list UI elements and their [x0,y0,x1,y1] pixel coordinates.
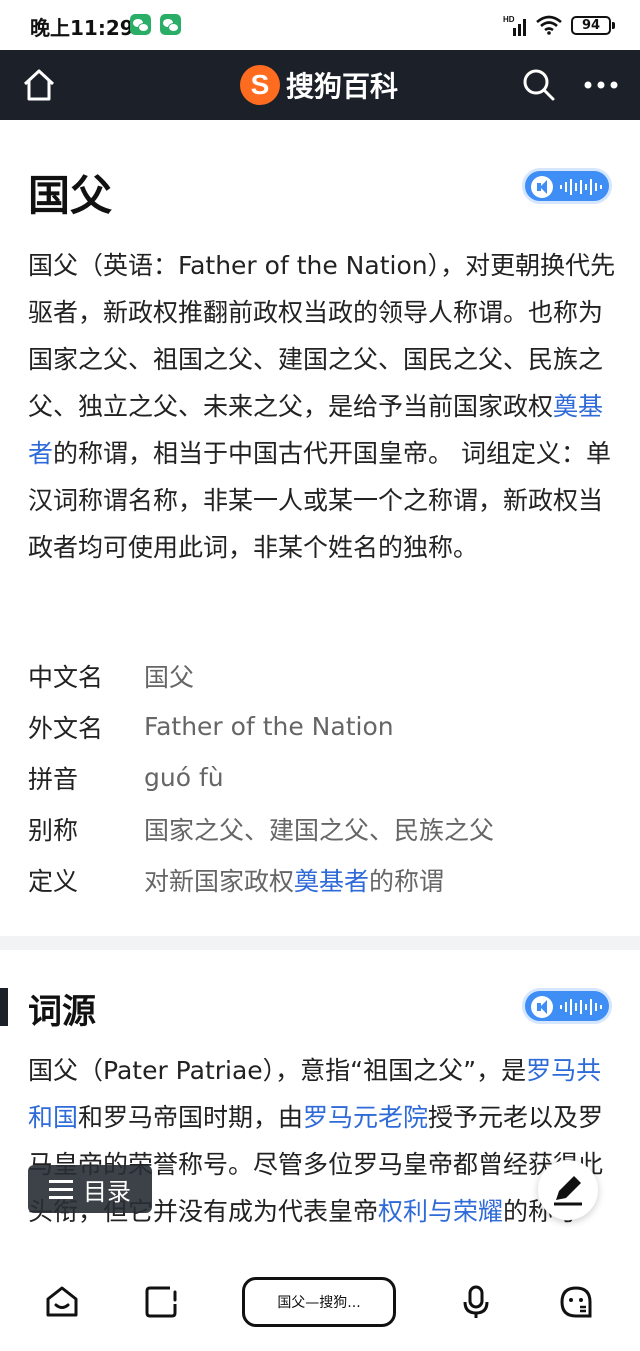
link-roman-senate[interactable]: 罗马元老院 [303,1103,428,1132]
page-title: 国父 [28,171,113,220]
edit-button[interactable] [538,1160,598,1220]
info-label: 中文名 [28,662,104,692]
signal-icon: HD [503,15,526,36]
speaker-icon [531,176,553,198]
section-marker [0,988,8,1026]
section-title: 词源 [28,992,96,1032]
info-value: 国父 [144,662,195,692]
info-row: 别称 国家之父、建国之父、民族之父 [28,803,618,854]
link-founder[interactable]: 奠基者 [294,867,369,896]
section-divider [0,936,640,950]
wechat-notification-icon [160,14,181,35]
toc-label: 目录 [83,1177,131,1206]
info-value-text: 对新国家政权 [144,866,295,896]
home-icon[interactable] [44,1284,80,1320]
etymology-paragraph: 国父（Pater Patriae），意指“祖国之父”，是罗马共和国和罗马帝国时期… [28,1047,616,1252]
link-power-glory[interactable]: 权利与荣耀 [378,1197,503,1226]
sogou-baike-logo[interactable]: S 搜狗百科 [240,64,398,106]
etymology-text: 和罗马帝国时期，由 [78,1103,304,1132]
info-value-text: 的称谓 [369,866,445,896]
info-label: 别称 [28,815,79,845]
browser-bottom-bar: 国父—搜狗... [0,1254,640,1351]
pencil-icon [554,1176,582,1206]
microphone-icon[interactable] [458,1284,494,1320]
wechat-notification-icon [130,14,151,35]
intro-text: 的称谓，相当于中国古代开国皇帝。 词组定义：单汉词称谓名称，非某一人或某一个之称… [28,439,611,562]
speaker-icon [531,996,553,1018]
audio-play-button[interactable] [522,988,612,1024]
info-row: 中文名 国父 [28,650,618,701]
more-icon[interactable] [582,70,620,100]
logo-text: 搜狗百科 [286,70,399,103]
status-time: 晚上11:29 [30,16,134,40]
soundwave-icon [560,999,602,1015]
toc-button[interactable]: 目录 [28,1165,152,1213]
info-row: 拼音 guó fù [28,752,618,803]
assistant-icon[interactable] [558,1284,594,1320]
search-icon[interactable] [520,66,558,104]
network-type: HD [503,15,515,24]
battery-indicator: 94 [571,16,615,35]
audio-play-button[interactable] [522,168,612,204]
sogou-logo-mark: S [240,65,280,105]
info-value: 对新国家政权奠基者的称谓 [144,862,444,898]
info-row: 外文名 Father of the Nation [28,701,618,752]
info-table: 中文名 国父 外文名 Father of the Nation 拼音 guó f… [28,650,618,905]
info-value: 国家之父、建国之父、民族之父 [144,815,495,845]
menu-icon [49,1179,73,1199]
intro-text: 国父（英语：Father of the Nation），对更朝换代先驱者，新政权… [28,251,616,421]
intro-paragraph: 国父（英语：Father of the Nation），对更朝换代先驱者，新政权… [28,242,616,571]
info-label: 拼音 [28,764,79,794]
etymology-text: 国父（Pater Patriae），意指“祖国之父”，是 [28,1056,527,1085]
address-pill[interactable]: 国父—搜狗... [242,1277,396,1327]
info-label: 定义 [28,866,79,896]
tabs-icon[interactable] [144,1284,180,1320]
home-icon[interactable] [20,66,58,104]
info-row: 定义 对新国家政权奠基者的称谓 [28,854,618,905]
soundwave-icon [560,179,602,195]
info-value: guó fù [144,763,224,792]
info-value: Father of the Nation [144,712,394,741]
wifi-icon [536,15,562,35]
info-label: 外文名 [28,713,104,743]
status-bar: 晚上11:29 HD 94 [0,0,640,50]
app-header: S 搜狗百科 [0,50,640,120]
